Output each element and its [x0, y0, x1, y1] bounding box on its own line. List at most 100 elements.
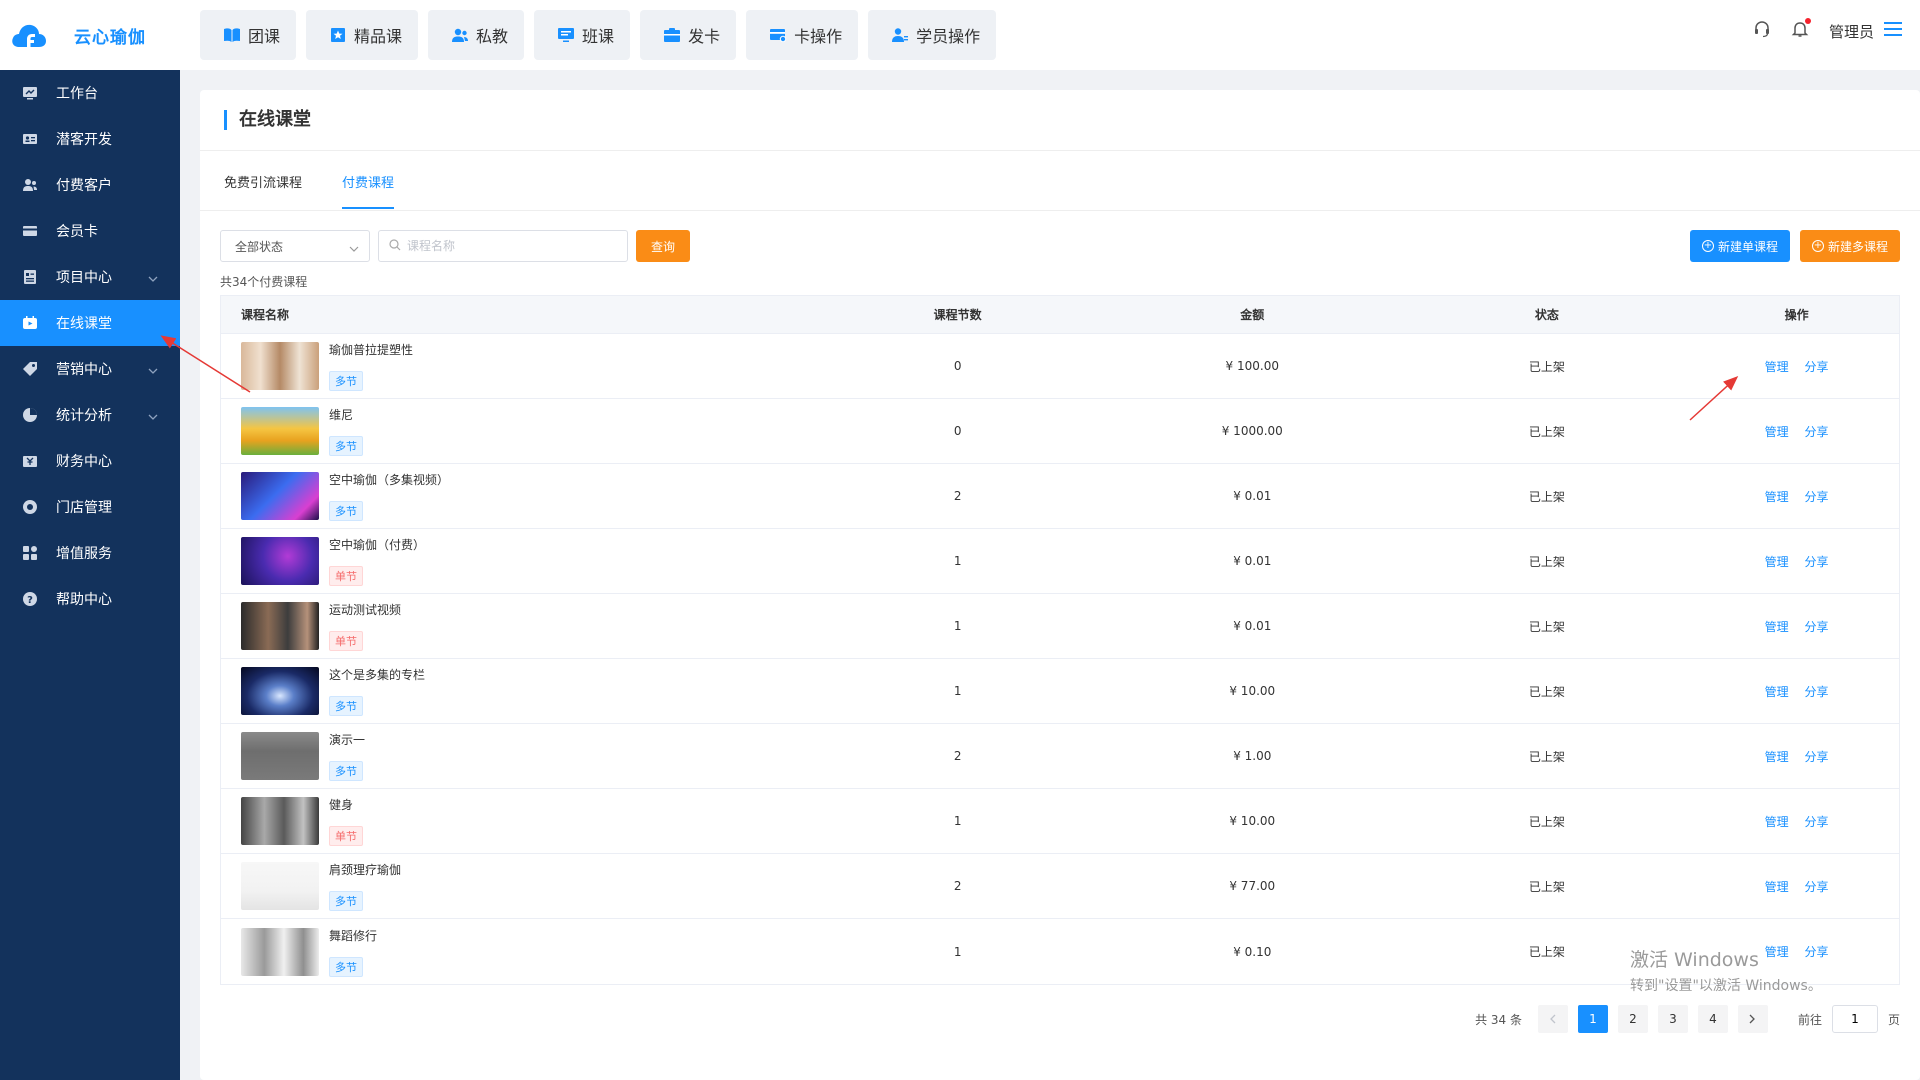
share-link[interactable]: 分享 [1805, 620, 1829, 634]
page-button[interactable]: 2 [1617, 1005, 1648, 1033]
course-count: 共34个付费课程 [220, 275, 308, 289]
page-button[interactable]: 4 [1697, 1005, 1728, 1033]
query-button[interactable]: 查询 [636, 230, 690, 262]
sidebar-item-workbench[interactable]: 工作台 [0, 70, 180, 116]
tab-paid-courses[interactable]: 付费课程 [342, 172, 395, 209]
top-nav-student-operation[interactable]: 学员操作 [868, 10, 997, 60]
course-status: 已上架 [1528, 424, 1565, 439]
sidebar-item-project-center[interactable]: 项目中心 [0, 254, 180, 300]
row-actions: 管理 分享 [1694, 553, 1899, 570]
cloud-logo-icon [10, 20, 48, 50]
sidebar-item-value-added[interactable]: 增值服务 [0, 530, 180, 576]
table-header: 课程名称 课程节数 金额 状态 操作 [221, 296, 1899, 334]
goto-page-input[interactable] [1831, 1005, 1878, 1033]
course-status: 已上架 [1528, 749, 1565, 764]
course-thumbnail[interactable] [241, 342, 319, 390]
course-price: ¥ 0.10 [1233, 944, 1272, 959]
top-nav-premium-class[interactable]: 精品课 [306, 10, 419, 60]
prev-page-button[interactable] [1537, 1005, 1568, 1033]
sidebar-item-label: 工作台 [56, 86, 98, 102]
share-link[interactable]: 分享 [1805, 360, 1829, 374]
student-icon [890, 25, 910, 45]
course-thumbnail[interactable] [241, 732, 319, 780]
share-link[interactable]: 分享 [1805, 750, 1829, 764]
share-link[interactable]: 分享 [1805, 490, 1829, 504]
manage-link[interactable]: 管理 [1765, 490, 1789, 504]
logo[interactable]: 云心瑜伽 [0, 0, 180, 70]
sidebar-item-help-center[interactable]: ? 帮助中心 [0, 576, 180, 622]
divider [200, 210, 1920, 211]
sidebar-item-label: 统计分析 [56, 408, 112, 424]
course-thumbnail[interactable] [241, 537, 319, 585]
course-thumbnail[interactable] [241, 862, 319, 910]
manage-link[interactable]: 管理 [1765, 425, 1789, 439]
share-link[interactable]: 分享 [1805, 815, 1829, 829]
new-multi-course-button[interactable]: + 新建多课程 [1800, 230, 1900, 262]
manage-link[interactable]: 管理 [1765, 620, 1789, 634]
top-nav-private-coach[interactable]: 私教 [428, 10, 525, 60]
grid-icon [20, 543, 40, 563]
manage-link[interactable]: 管理 [1765, 750, 1789, 764]
bell-icon[interactable] [1791, 18, 1811, 42]
tab-free-courses[interactable]: 免费引流课程 [224, 172, 302, 209]
share-link[interactable]: 分享 [1805, 685, 1829, 699]
course-name: 空中瑜伽（多集视频） [329, 473, 450, 487]
sidebar-item-label: 财务中心 [56, 454, 112, 470]
share-link[interactable]: 分享 [1805, 555, 1829, 569]
table-row: 空中瑜伽（付费） 单节 1 ¥ 0.01 已上架 管理 分享 [221, 529, 1899, 594]
plus-circle-icon: + [1701, 240, 1714, 252]
manage-link[interactable]: 管理 [1765, 685, 1789, 699]
course-thumbnail[interactable] [241, 602, 319, 650]
sidebar-item-prospects[interactable]: 潜客开发 [0, 116, 180, 162]
top-nav-label: 私教 [476, 27, 509, 46]
tag-icon [20, 359, 40, 379]
course-thumbnail[interactable] [241, 927, 319, 976]
monitor-icon [20, 83, 40, 103]
top-nav-label: 发卡 [688, 27, 721, 46]
sidebar-item-member-card[interactable]: 会员卡 [0, 208, 180, 254]
course-cell: 舞蹈修行 多节 [221, 927, 810, 977]
manage-link[interactable]: 管理 [1765, 360, 1789, 374]
status-select[interactable]: 全部状态 [220, 230, 370, 262]
course-cell: 这个是多集的专栏 多节 [221, 666, 810, 716]
top-nav-group-class[interactable]: 团课 [200, 10, 297, 60]
course-thumbnail[interactable] [241, 797, 319, 845]
manage-link[interactable]: 管理 [1765, 880, 1789, 894]
course-thumbnail[interactable] [241, 407, 319, 455]
lesson-type-badge: 单节 [329, 826, 363, 846]
top-nav-card-operation[interactable]: 卡操作 [746, 10, 859, 60]
course-price: ¥ 10.00 [1229, 684, 1276, 698]
table-row: 健身 单节 1 ¥ 10.00 已上架 管理 分享 [221, 789, 1899, 854]
row-actions: 管理 分享 [1694, 358, 1899, 375]
chevron-down-icon [148, 362, 158, 378]
manage-link[interactable]: 管理 [1765, 815, 1789, 829]
next-page-button[interactable] [1737, 1005, 1768, 1033]
manage-link[interactable]: 管理 [1765, 555, 1789, 569]
top-nav-issue-card[interactable]: 发卡 [640, 10, 737, 60]
sidebar-item-marketing[interactable]: 营销中心 [0, 346, 180, 392]
monitor-icon [556, 25, 576, 45]
star-card-icon [328, 25, 348, 45]
top-nav-class-course[interactable]: 班课 [534, 10, 631, 60]
plus-circle-icon: + [1811, 240, 1824, 252]
course-thumbnail[interactable] [241, 472, 319, 520]
page-button[interactable]: 3 [1657, 1005, 1688, 1033]
search-input[interactable] [407, 239, 617, 253]
page-button[interactable]: 1 [1577, 1005, 1608, 1033]
top-bar: 团课 精品课 私教 班课 发卡 卡操作 学员操作 管理员 [180, 0, 1920, 70]
sidebar-item-statistics[interactable]: 统计分析 [0, 392, 180, 438]
course-thumbnail[interactable] [241, 667, 319, 715]
sidebar-item-online-classroom[interactable]: 在线课堂 [0, 300, 180, 346]
course-name: 空中瑜伽（付费） [329, 538, 426, 552]
table-row: 瑜伽普拉提塑性 多节 0 ¥ 100.00 已上架 管理 分享 [221, 334, 1899, 399]
headset-icon[interactable] [1753, 20, 1771, 42]
user-name[interactable]: 管理员 [1829, 21, 1874, 42]
share-link[interactable]: 分享 [1805, 880, 1829, 894]
sidebar-item-finance[interactable]: 财务中心 [0, 438, 180, 484]
sidebar-item-paid-customers[interactable]: 付费客户 [0, 162, 180, 208]
course-status: 已上架 [1528, 684, 1565, 699]
menu-icon[interactable] [1884, 21, 1902, 41]
sidebar-item-store-management[interactable]: 门店管理 [0, 484, 180, 530]
new-single-course-button[interactable]: + 新建单课程 [1690, 230, 1790, 262]
share-link[interactable]: 分享 [1805, 425, 1829, 439]
